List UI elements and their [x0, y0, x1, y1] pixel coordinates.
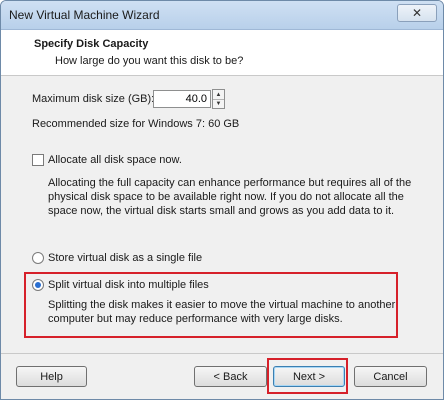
- allocate-label[interactable]: Allocate all disk space now.: [48, 154, 182, 166]
- window-title: New Virtual Machine Wizard: [9, 8, 160, 22]
- split-label[interactable]: Split virtual disk into multiple files: [48, 279, 209, 291]
- page-subtitle: How large do you want this disk to be?: [55, 55, 244, 67]
- single-file-radio[interactable]: [32, 252, 44, 264]
- split-description: Splitting the disk makes it easier to mo…: [48, 299, 396, 325]
- wizard-content: Maximum disk size (GB): ▲ ▼ Recommended …: [1, 76, 443, 353]
- spin-down-icon[interactable]: ▼: [213, 99, 224, 108]
- title-bar[interactable]: New Virtual Machine Wizard ✕: [1, 1, 443, 30]
- allocate-checkbox[interactable]: [32, 154, 44, 166]
- next-button[interactable]: Next >: [273, 366, 345, 387]
- allocate-description: Allocating the full capacity can enhance…: [48, 177, 412, 217]
- help-button[interactable]: Help: [16, 366, 87, 387]
- wizard-window: New Virtual Machine Wizard ✕ Specify Dis…: [0, 0, 444, 400]
- close-icon: ✕: [411, 6, 423, 20]
- close-button[interactable]: ✕: [397, 4, 437, 22]
- disk-size-spinner[interactable]: ▲ ▼: [212, 89, 225, 109]
- disk-size-label: Maximum disk size (GB):: [32, 93, 155, 105]
- cancel-button[interactable]: Cancel: [354, 366, 427, 387]
- split-radio[interactable]: [32, 279, 44, 291]
- page-title: Specify Disk Capacity: [34, 38, 149, 50]
- disk-size-input[interactable]: [153, 90, 211, 108]
- single-file-label[interactable]: Store virtual disk as a single file: [48, 252, 202, 264]
- wizard-header: Specify Disk Capacity How large do you w…: [1, 30, 443, 76]
- footer-divider: [1, 353, 443, 354]
- recommended-size: Recommended size for Windows 7: 60 GB: [32, 118, 240, 130]
- back-button[interactable]: < Back: [194, 366, 267, 387]
